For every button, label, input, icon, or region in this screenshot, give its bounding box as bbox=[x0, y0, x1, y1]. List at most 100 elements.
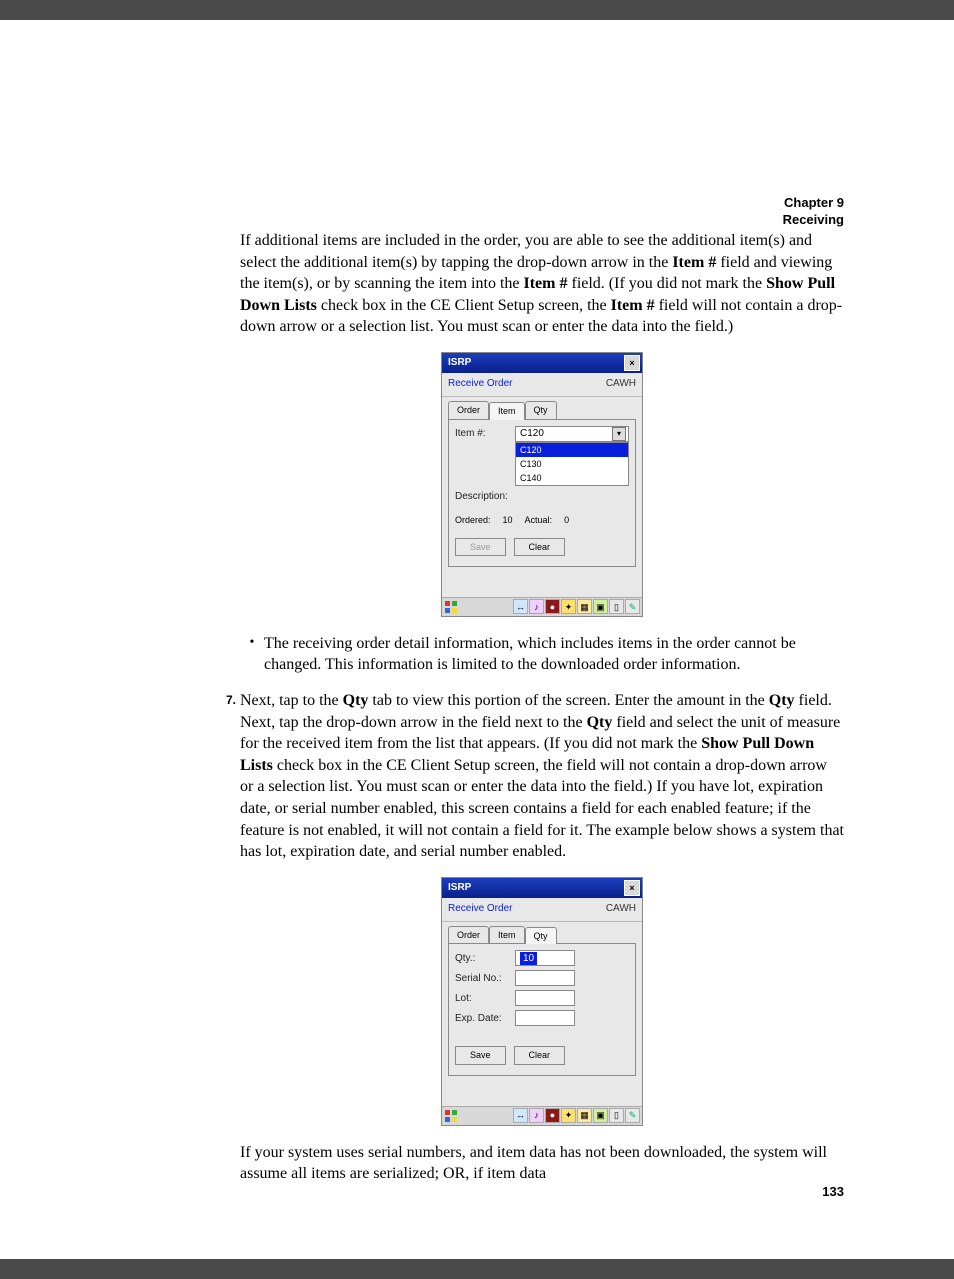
device-window-item: ISRP × Receive Order CAWH Order Item Qty… bbox=[441, 352, 643, 617]
clear-button[interactable]: Clear bbox=[514, 538, 566, 556]
ordered-value: 10 bbox=[503, 514, 513, 526]
item-number-label: Item #: bbox=[455, 427, 515, 441]
tray-icon[interactable]: ▯ bbox=[609, 1108, 624, 1123]
chapter-title: Receiving bbox=[783, 212, 844, 229]
step-7: 7. Next, tap to the Qty tab to view this… bbox=[240, 690, 844, 863]
lot-row: Lot: bbox=[455, 990, 629, 1006]
dropdown-option[interactable]: C120 bbox=[516, 443, 628, 457]
tray-icon[interactable]: ● bbox=[545, 599, 560, 614]
dropdown-option[interactable]: C130 bbox=[516, 457, 628, 471]
button-row: Save Clear bbox=[455, 534, 629, 556]
warehouse-code: CAWH bbox=[606, 377, 636, 391]
lot-field[interactable] bbox=[515, 990, 575, 1006]
tray-icon[interactable]: ↔ bbox=[513, 1108, 528, 1123]
tray-icon[interactable]: ♪ bbox=[529, 599, 544, 614]
spacer bbox=[442, 1082, 642, 1106]
tab-item[interactable]: Item bbox=[489, 926, 525, 943]
pen-icon[interactable]: ✎ bbox=[625, 1108, 640, 1123]
ordered-label: Ordered: bbox=[455, 514, 491, 526]
actual-label: Actual: bbox=[525, 514, 553, 526]
tray-icon[interactable]: ✦ bbox=[561, 599, 576, 614]
item-dropdown-list[interactable]: C120 C130 C140 bbox=[515, 442, 629, 486]
close-icon[interactable]: × bbox=[624, 880, 640, 896]
document-page: Chapter 9 Receiving If additional items … bbox=[0, 20, 954, 1259]
tray-icon[interactable]: ▣ bbox=[593, 599, 608, 614]
tray-icon[interactable]: ▦ bbox=[577, 1108, 592, 1123]
tray-icon[interactable]: ▣ bbox=[593, 1108, 608, 1123]
tray-icon[interactable]: ♪ bbox=[529, 1108, 544, 1123]
paragraph-additional-items: If additional items are included in the … bbox=[240, 230, 844, 338]
chevron-down-icon[interactable]: ▾ bbox=[612, 427, 626, 441]
spacer bbox=[442, 573, 642, 597]
tab-pane-item: Item #: C120 ▾ C120 C130 C140 Descriptio… bbox=[448, 419, 636, 567]
save-button[interactable]: Save bbox=[455, 1046, 506, 1064]
paragraph-serial-numbers: If your system uses serial numbers, and … bbox=[240, 1142, 844, 1185]
tray-icon[interactable]: ▯ bbox=[609, 599, 624, 614]
step-number: 7. bbox=[212, 690, 236, 710]
spacer bbox=[455, 1030, 629, 1042]
window-title: ISRP bbox=[448, 356, 471, 370]
description-row: Description: bbox=[455, 490, 629, 504]
tray-icon[interactable]: ↔ bbox=[513, 599, 528, 614]
tab-strip: Order Item Qty bbox=[442, 922, 642, 943]
window-title: ISRP bbox=[448, 881, 471, 895]
figure-1-wrap: ISRP × Receive Order CAWH Order Item Qty… bbox=[240, 352, 844, 617]
chapter-header: Chapter 9 Receiving bbox=[783, 195, 844, 229]
taskbar: ↔ ♪ ● ✦ ▦ ▣ ▯ ✎ bbox=[442, 1106, 642, 1125]
taskbar: ↔ ♪ ● ✦ ▦ ▣ ▯ ✎ bbox=[442, 597, 642, 616]
content-column: If additional items are included in the … bbox=[240, 230, 844, 1185]
serial-field[interactable] bbox=[515, 970, 575, 986]
bullet-item: • The receiving order detail information… bbox=[240, 633, 844, 676]
expdate-label: Exp. Date: bbox=[455, 1012, 515, 1026]
figure-2-wrap: ISRP × Receive Order CAWH Order Item Qty… bbox=[240, 877, 844, 1126]
warehouse-code: CAWH bbox=[606, 902, 636, 916]
expdate-field[interactable] bbox=[515, 1010, 575, 1026]
screen-name: Receive Order bbox=[448, 902, 512, 916]
ordered-actual-row: Ordered: 10 Actual: 0 bbox=[455, 508, 629, 534]
description-label: Description: bbox=[455, 490, 515, 504]
bullet-text: The receiving order detail information, … bbox=[264, 633, 844, 676]
page-number: 133 bbox=[822, 1184, 844, 1199]
system-tray: ↔ ♪ ● ✦ ▦ ▣ ▯ ✎ bbox=[513, 599, 640, 614]
lot-label: Lot: bbox=[455, 992, 515, 1006]
tab-strip: Order Item Qty bbox=[442, 397, 642, 418]
bullet-marker: • bbox=[240, 633, 264, 653]
device-window-qty: ISRP × Receive Order CAWH Order Item Qty… bbox=[441, 877, 643, 1126]
pen-icon[interactable]: ✎ bbox=[625, 599, 640, 614]
qty-value: 10 bbox=[520, 952, 537, 966]
tab-item[interactable]: Item bbox=[489, 402, 525, 419]
expdate-row: Exp. Date: bbox=[455, 1010, 629, 1026]
serial-label: Serial No.: bbox=[455, 972, 515, 986]
clear-button[interactable]: Clear bbox=[514, 1046, 566, 1064]
tray-icon[interactable]: ✦ bbox=[561, 1108, 576, 1123]
start-icon[interactable] bbox=[444, 600, 458, 614]
screen-name: Receive Order bbox=[448, 377, 512, 391]
qty-row: Qty.: 10 bbox=[455, 950, 629, 966]
button-row: Save Clear bbox=[455, 1042, 629, 1064]
item-number-row: Item #: C120 ▾ bbox=[455, 426, 629, 442]
qty-field[interactable]: 10 bbox=[515, 950, 575, 966]
tray-icon[interactable]: ▦ bbox=[577, 599, 592, 614]
titlebar: ISRP × bbox=[442, 878, 642, 898]
actual-value: 0 bbox=[564, 514, 569, 526]
tab-qty[interactable]: Qty bbox=[525, 401, 557, 418]
system-tray: ↔ ♪ ● ✦ ▦ ▣ ▯ ✎ bbox=[513, 1108, 640, 1123]
tab-order[interactable]: Order bbox=[448, 926, 489, 943]
tray-icon[interactable]: ● bbox=[545, 1108, 560, 1123]
tab-pane-qty: Qty.: 10 Serial No.: Lot: Exp. D bbox=[448, 943, 636, 1075]
save-button[interactable]: Save bbox=[455, 538, 506, 556]
titlebar: ISRP × bbox=[442, 353, 642, 373]
dropdown-option[interactable]: C140 bbox=[516, 471, 628, 485]
tab-qty[interactable]: Qty bbox=[525, 927, 557, 944]
screen-subtitle: Receive Order CAWH bbox=[442, 898, 642, 923]
screen-subtitle: Receive Order CAWH bbox=[442, 373, 642, 398]
qty-label: Qty.: bbox=[455, 952, 515, 966]
item-number-field[interactable]: C120 ▾ bbox=[515, 426, 629, 442]
step-text: Next, tap to the Qty tab to view this po… bbox=[240, 690, 844, 863]
item-number-value: C120 bbox=[520, 427, 544, 441]
serial-row: Serial No.: bbox=[455, 970, 629, 986]
start-icon[interactable] bbox=[444, 1109, 458, 1123]
tab-order[interactable]: Order bbox=[448, 401, 489, 418]
chapter-line: Chapter 9 bbox=[783, 195, 844, 212]
close-icon[interactable]: × bbox=[624, 355, 640, 371]
